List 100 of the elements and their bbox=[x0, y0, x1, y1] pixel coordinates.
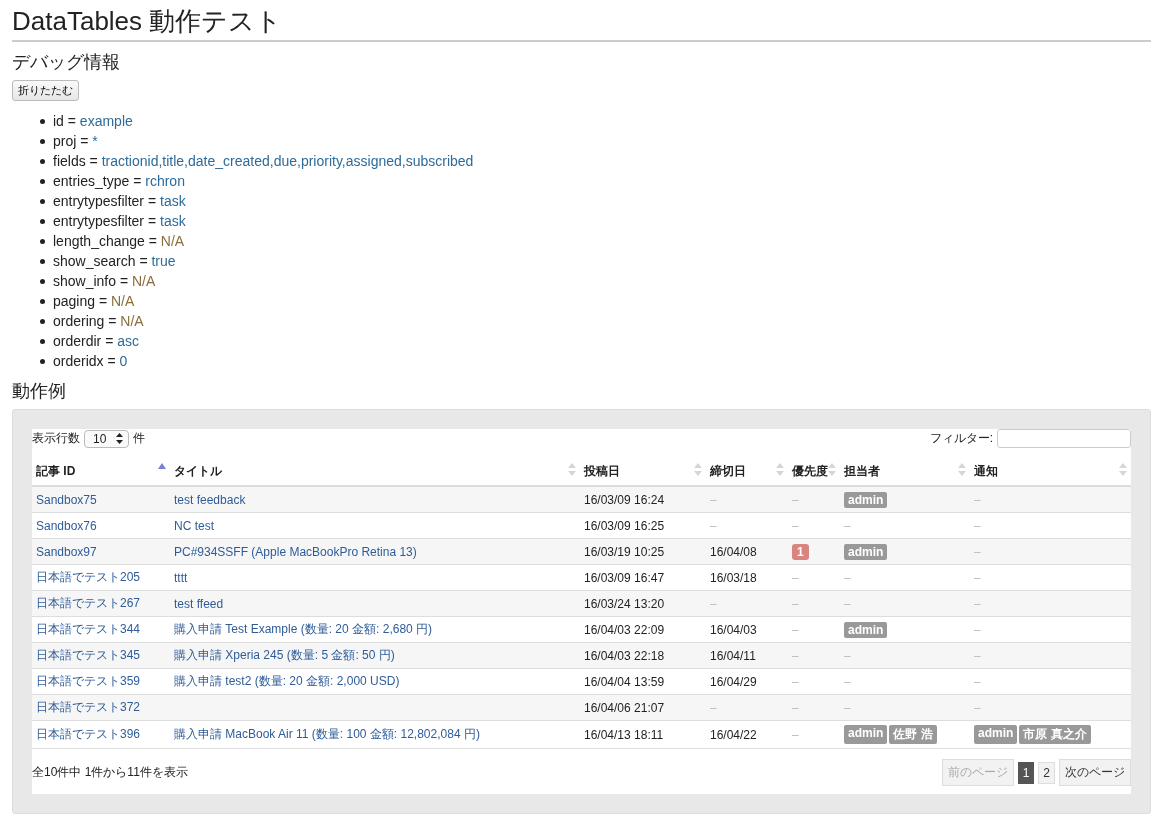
due-date: 16/04/11 bbox=[710, 648, 756, 663]
empty-dash: – bbox=[792, 492, 799, 507]
column-header[interactable]: 優先度 bbox=[792, 464, 828, 478]
empty-dash: – bbox=[844, 518, 851, 533]
created-date: 16/04/13 18:11 bbox=[584, 727, 664, 742]
bullet-icon bbox=[40, 258, 45, 264]
empty-dash: – bbox=[710, 492, 717, 507]
article-id-link[interactable]: 日本語でテスト396 bbox=[36, 727, 141, 741]
due-date: 16/04/08 bbox=[710, 544, 757, 559]
sort-icon[interactable] bbox=[828, 463, 836, 476]
length-unit: 件 bbox=[133, 430, 146, 447]
empty-dash: – bbox=[974, 622, 981, 637]
length-label: 表示行数 bbox=[32, 430, 80, 447]
created-date: 16/03/09 16:24 bbox=[584, 492, 665, 507]
empty-dash: – bbox=[844, 674, 851, 689]
created-date: 16/03/09 16:25 bbox=[584, 518, 665, 533]
empty-dash: – bbox=[974, 648, 981, 663]
created-date: 16/04/03 22:18 bbox=[584, 648, 665, 663]
user-tag: admin bbox=[844, 543, 888, 560]
due-date: 16/04/03 bbox=[710, 622, 757, 637]
title-link[interactable]: 購入申請 test2 (数量: 20 金額: 2,000 USD) bbox=[174, 674, 400, 688]
page-button[interactable]: 2 bbox=[1038, 761, 1055, 784]
empty-dash: – bbox=[974, 570, 981, 585]
priority-badge: 1 bbox=[792, 543, 809, 560]
debug-entry: entrytypesfilter = task bbox=[53, 193, 186, 209]
page-button[interactable]: 1 bbox=[1017, 761, 1035, 784]
bullet-icon bbox=[40, 138, 45, 144]
column-header[interactable]: 締切日 bbox=[710, 464, 746, 478]
filter-label: フィルター: bbox=[929, 430, 993, 447]
due-date: 16/04/22 bbox=[710, 727, 757, 742]
debug-entry: entrytypesfilter = task bbox=[53, 213, 186, 229]
bullet-icon bbox=[40, 238, 45, 244]
empty-dash: – bbox=[710, 518, 717, 533]
due-date: 16/04/29 bbox=[710, 674, 757, 689]
empty-dash: – bbox=[710, 596, 717, 611]
empty-dash: – bbox=[974, 518, 981, 533]
title-link[interactable]: 購入申請 MacBook Air 11 (数量: 100 金額: 12,802,084 円) bbox=[174, 727, 480, 741]
user-tag: 市原 真之介 bbox=[1019, 725, 1091, 744]
column-header[interactable]: タイトル bbox=[174, 464, 222, 478]
bullet-icon bbox=[40, 358, 45, 364]
article-id-link[interactable]: Sandbox76 bbox=[36, 518, 97, 533]
debug-entry: orderdir = asc bbox=[53, 333, 139, 349]
column-header[interactable]: 記事 ID bbox=[36, 464, 76, 478]
debug-entry: ordering = N/A bbox=[53, 313, 144, 329]
created-date: 16/04/06 21:07 bbox=[584, 700, 665, 715]
filter-field[interactable] bbox=[997, 429, 1131, 448]
title-link[interactable]: NC test bbox=[174, 518, 214, 533]
section-heading: 動作例 bbox=[12, 380, 67, 403]
empty-dash: – bbox=[974, 700, 981, 715]
column-header[interactable]: 投稿日 bbox=[584, 464, 620, 478]
empty-dash: – bbox=[792, 570, 799, 585]
title-link[interactable]: tttt bbox=[174, 570, 188, 585]
bullet-icon bbox=[40, 218, 45, 224]
created-date: 16/03/24 13:20 bbox=[584, 596, 665, 611]
empty-dash: – bbox=[844, 596, 851, 611]
user-tag: admin bbox=[844, 725, 888, 744]
debug-entry: length_change = N/A bbox=[53, 233, 185, 249]
empty-dash: – bbox=[844, 700, 851, 715]
sort-icon[interactable] bbox=[1119, 463, 1127, 476]
bullet-icon bbox=[40, 178, 45, 184]
article-id-link[interactable]: 日本語でテスト344 bbox=[36, 622, 141, 636]
empty-dash: – bbox=[792, 648, 799, 663]
bullet-icon bbox=[40, 338, 45, 344]
empty-dash: – bbox=[974, 492, 981, 507]
user-tag: admin bbox=[974, 725, 1018, 744]
user-tag: admin bbox=[844, 621, 888, 638]
bullet-icon bbox=[40, 298, 45, 304]
created-date: 16/03/09 16:47 bbox=[584, 570, 665, 585]
debug-entry: entries_type = rchron bbox=[53, 173, 185, 189]
empty-dash: – bbox=[974, 674, 981, 689]
bullet-icon bbox=[40, 198, 45, 204]
bullet-icon bbox=[40, 158, 45, 164]
created-date: 16/03/19 10:25 bbox=[584, 544, 665, 559]
next-page-button[interactable]: 次のページ bbox=[1059, 759, 1131, 786]
sort-icon[interactable] bbox=[568, 463, 576, 476]
collapse-button[interactable]: 折りたたむ bbox=[12, 80, 79, 101]
empty-dash: – bbox=[792, 674, 799, 689]
article-id-link[interactable]: 日本語でテスト359 bbox=[36, 674, 141, 688]
empty-dash: – bbox=[792, 622, 799, 637]
empty-dash: – bbox=[710, 700, 717, 715]
title-link[interactable]: test ffeed bbox=[174, 596, 224, 611]
user-tag: admin bbox=[844, 491, 888, 508]
column-header[interactable]: 担当者 bbox=[844, 464, 880, 478]
title-link[interactable]: 購入申請 Test Example (数量: 20 金額: 2,680 円) bbox=[174, 622, 433, 636]
empty-dash: – bbox=[792, 700, 799, 715]
title-link[interactable]: test feedback bbox=[174, 492, 246, 507]
sort-ascending-icon[interactable] bbox=[158, 463, 166, 469]
debug-entry: orderidx = 0 bbox=[53, 353, 128, 369]
sort-icon[interactable] bbox=[958, 463, 966, 476]
length-select[interactable]: 10 bbox=[84, 429, 130, 448]
empty-dash: – bbox=[792, 596, 799, 611]
sort-icon[interactable] bbox=[776, 463, 784, 476]
column-header[interactable]: 通知 bbox=[974, 464, 998, 478]
article-id-link[interactable]: 日本語でテスト205 bbox=[36, 570, 141, 584]
user-tag: 佐野 浩 bbox=[889, 725, 937, 744]
sort-icon[interactable] bbox=[694, 463, 702, 476]
debug-entry: show_info = N/A bbox=[53, 273, 156, 289]
created-date: 16/04/03 22:09 bbox=[584, 622, 665, 637]
empty-dash: – bbox=[792, 727, 799, 742]
section-heading: デバッグ情報 bbox=[12, 51, 121, 74]
